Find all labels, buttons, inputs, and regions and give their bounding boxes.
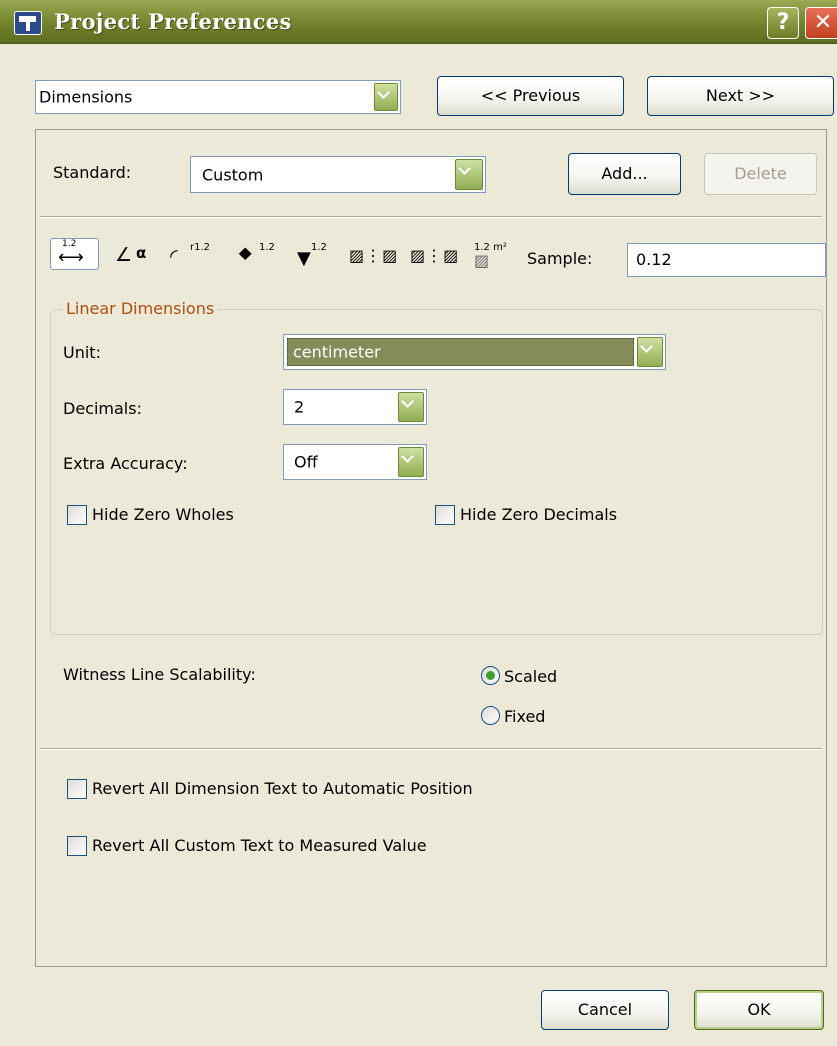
unit-select[interactable]: centimeter [283, 334, 666, 370]
radius-dimension-icon[interactable]: ◜ r1.2 [170, 242, 225, 268]
revert-measured-value-checkbox[interactable] [67, 836, 87, 856]
angle-dimension-glyph: ∠ [115, 244, 133, 266]
hide-zero-decimals-label[interactable]: Hide Zero Decimals [460, 505, 617, 524]
area-dimension-icon[interactable]: 1.2 m² ▨ [474, 242, 522, 270]
elevation-dimension-sup: 1.2 [311, 242, 327, 253]
witness-line-label: Witness Line Scalability: [63, 665, 256, 684]
help-button[interactable]: ? [767, 7, 799, 39]
window-title: Project Preferences [54, 9, 292, 34]
add-standard-button[interactable]: Add... [568, 153, 681, 195]
level-dimension-sup: 1.2 [259, 242, 275, 253]
app-icon [14, 11, 42, 35]
chevron-down-icon[interactable] [374, 83, 398, 111]
previous-button[interactable]: << Previous [437, 76, 624, 116]
ok-button[interactable]: OK [694, 990, 824, 1030]
revert-measured-value-label[interactable]: Revert All Custom Text to Measured Value [92, 836, 427, 855]
decimals-label: Decimals: [63, 399, 142, 418]
door-window-dimension-icon[interactable]: ▨⋮▨ [349, 242, 407, 268]
extra-accuracy-select[interactable]: Off [283, 444, 427, 480]
standard-label: Standard: [53, 163, 132, 182]
linear-dimension-glyph: ⟷ [58, 247, 84, 268]
revert-automatic-position-label[interactable]: Revert All Dimension Text to Automatic P… [92, 779, 473, 798]
radius-dimension-sup: r1.2 [190, 242, 211, 253]
radius-dimension-glyph: ◜ [170, 244, 178, 268]
extra-accuracy-label: Extra Accuracy: [63, 454, 188, 473]
chevron-down-icon[interactable] [398, 447, 424, 477]
fixed-radio[interactable] [481, 706, 500, 725]
unit-select-value: centimeter [293, 342, 381, 362]
area-dimension-glyph: ▨ [474, 251, 490, 270]
unit-label: Unit: [63, 343, 101, 362]
sample-value: 0.12 [636, 250, 672, 269]
door-window-dimension-glyph: ▨⋮▨ [349, 246, 399, 265]
hide-zero-decimals-checkbox[interactable] [435, 505, 455, 525]
extra-accuracy-select-value: Off [294, 452, 318, 472]
scaled-radio-label[interactable]: Scaled [504, 667, 557, 686]
sill-height-dimension-glyph: ▨⋮▨ [410, 246, 460, 265]
divider [40, 216, 822, 218]
sill-height-dimension-icon[interactable]: ▨⋮▨ [410, 242, 468, 268]
angle-dimension-sup: α [136, 244, 147, 262]
close-button[interactable]: ✕ [805, 7, 837, 39]
next-button[interactable]: Next >> [647, 76, 834, 116]
standard-select[interactable]: Custom [190, 156, 486, 193]
angle-dimension-icon[interactable]: ∠ α [115, 242, 155, 268]
divider [40, 748, 822, 750]
hide-zero-wholes-checkbox[interactable] [67, 505, 87, 525]
chevron-down-icon[interactable] [398, 392, 424, 422]
chevron-down-icon[interactable] [455, 159, 483, 190]
linear-dimensions-legend: Linear Dimensions [62, 299, 219, 318]
decimals-select-value: 2 [294, 397, 305, 417]
hide-zero-wholes-label[interactable]: Hide Zero Wholes [92, 505, 234, 524]
level-dimension-glyph: ⯁ [238, 245, 253, 266]
sample-label: Sample: [527, 249, 593, 268]
decimals-select[interactable]: 2 [283, 389, 427, 425]
elevation-dimension-icon[interactable]: 1.2 ▼ [297, 242, 327, 269]
cancel-button[interactable]: Cancel [541, 990, 669, 1030]
elevation-dimension-glyph: ▼ [297, 248, 311, 269]
level-dimension-icon[interactable]: ⯁ 1.2 [238, 242, 282, 268]
fixed-radio-label[interactable]: Fixed [504, 707, 545, 726]
delete-standard-button[interactable]: Delete [704, 153, 817, 195]
sample-field[interactable]: 0.12 [627, 243, 826, 277]
chevron-down-icon[interactable] [637, 337, 663, 367]
scaled-radio[interactable] [481, 666, 500, 685]
section-select[interactable]: Dimensions [35, 80, 401, 114]
standard-select-value: Custom [202, 165, 264, 184]
linear-dimension-icon[interactable]: 1.2 ⟷ [50, 238, 99, 270]
section-select-value: Dimensions [39, 87, 133, 107]
revert-automatic-position-checkbox[interactable] [67, 779, 87, 799]
